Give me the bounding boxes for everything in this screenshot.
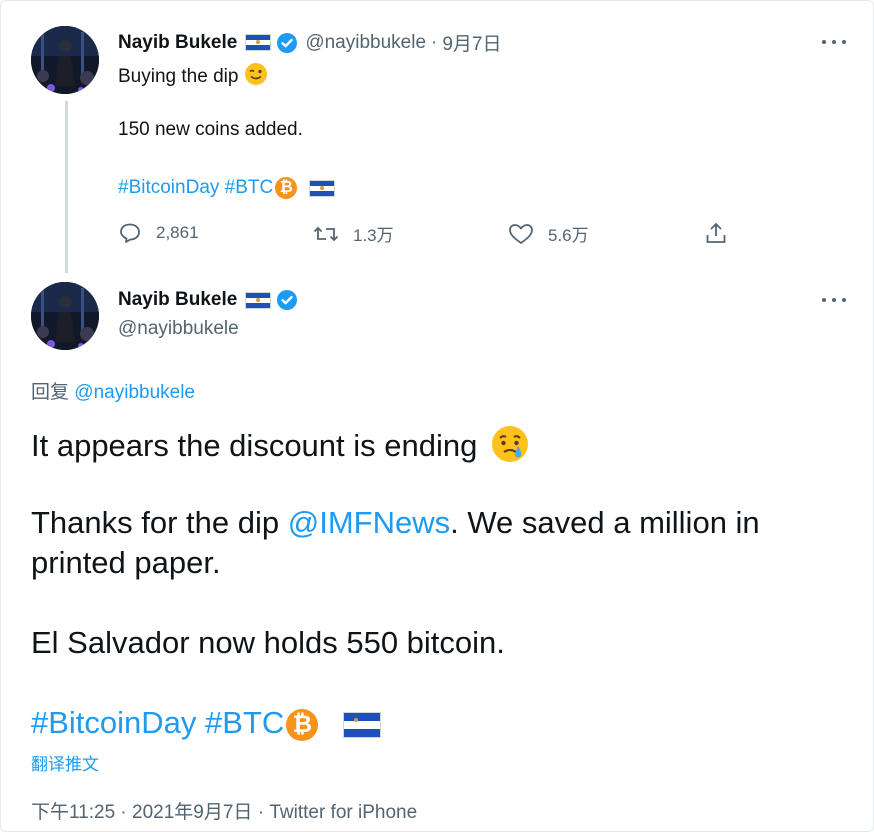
tweet2-line2: Thanks for the dip @IMFNews. We saved a … [31,505,760,541]
hashtag-btc[interactable]: #BTC [225,177,274,198]
tweet-text: It appears the discount is ending [31,428,478,464]
verified-badge-icon [276,32,298,54]
separator: · [257,802,265,823]
replying-to: 回复 @nayibbukele [31,377,195,404]
bitcoin-icon: ₿ [286,708,319,741]
tweet-date[interactable]: 9月7日 [442,29,501,56]
tweet-text: Buying the dip [118,66,239,88]
avatar[interactable] [31,282,99,350]
tweet-actions-bar: 2,861 1.3万 5.6万 [118,221,738,251]
el-salvador-flag-icon [308,179,335,197]
share-button[interactable] [704,221,742,245]
tweet-metadata: 下午11:25 · 2021年9月7日 · Twitter for iPhone [31,797,417,824]
reply-icon [120,223,140,243]
mention-imfnews[interactable]: @IMFNews [288,505,450,540]
separator: · [120,802,127,823]
share-icon [706,222,726,243]
retweet-icon [313,226,339,241]
tweet2-line1: It appears the discount is ending [31,424,530,472]
translate-tweet-link[interactable]: 翻译推文 [31,750,99,775]
tweet1-hashtags: #BitcoinDay #BTC ₿ [118,177,335,199]
el-salvador-flag-icon [245,291,272,309]
thread-connector-line [65,101,68,273]
tweet1-header: Nayib Bukele @nayibbukele · 9月7日 [118,29,502,56]
tweet-text: El Salvador now holds 550 bitcoin. [31,625,505,660]
reply-count: 2,861 [156,223,199,242]
verified-badge-icon [276,289,298,311]
tweet1-text-line1: Buying the dip [118,62,268,92]
display-name[interactable]: Nayib Bukele [118,32,237,54]
tweet-thread-card: Nayib Bukele @nayibbukele · 9月7日 Buying … [0,0,874,832]
tweet-text: Thanks for the dip [31,505,288,540]
user-handle[interactable]: @nayibbukele [305,32,426,54]
separator: · [431,31,438,53]
retweet-button[interactable]: 1.3万 [313,221,394,246]
reply-label: 回复 [31,382,70,403]
tweet-time[interactable]: 下午11:25 [31,802,115,823]
tweet2-header: Nayib Bukele [118,289,298,311]
more-options-icon[interactable] [822,295,846,305]
like-count: 5.6万 [548,226,589,245]
tweet-text: printed paper. [31,545,221,580]
hashtag-btc[interactable]: #BTC [205,705,284,740]
reply-button[interactable]: 2,861 [118,221,199,245]
heart-icon [509,223,533,244]
hashtag-bitcoinday[interactable]: #BitcoinDay [118,177,219,198]
reply-handle-link[interactable]: @nayibbukele [74,382,195,403]
like-button[interactable]: 5.6万 [508,221,589,246]
face-holding-back-tears-emoji-icon [490,424,530,472]
user-handle[interactable]: @nayibbukele [118,318,239,340]
winking-face-emoji-icon [244,62,268,92]
tweet-full-date[interactable]: 2021年9月7日 [132,802,252,823]
tweet-text: 150 new coins added. [118,119,303,140]
display-name[interactable]: Nayib Bukele [118,289,237,311]
retweet-count: 1.3万 [353,226,394,245]
tweet2-hashtags: #BitcoinDay #BTC ₿ [31,705,381,741]
tweet-text: . We saved a million in [450,505,760,540]
el-salvador-flag-icon [342,711,381,738]
hashtag-bitcoinday[interactable]: #BitcoinDay [31,705,196,740]
el-salvador-flag-icon [245,34,272,51]
tweet-source[interactable]: Twitter for iPhone [269,802,417,823]
avatar[interactable] [31,26,99,94]
bitcoin-icon: ₿ [275,177,298,199]
more-options-icon[interactable] [822,37,846,47]
